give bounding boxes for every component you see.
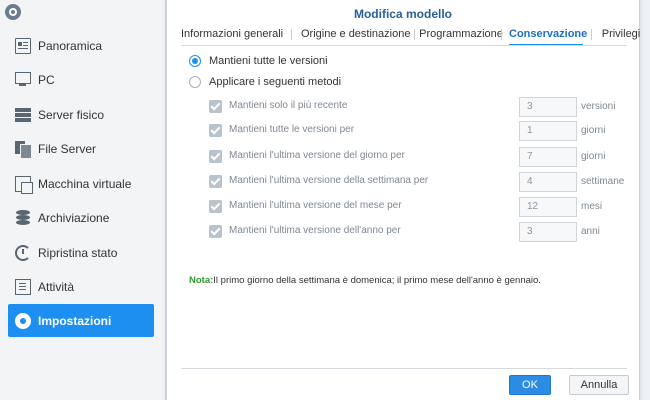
sidebar-item-panoramica[interactable]: Panoramica — [8, 29, 154, 62]
unit-label: mesi — [581, 201, 603, 212]
sidebar-item-label: Panoramica — [38, 38, 103, 53]
radio-keep-all-versions[interactable]: Mantieni tutte le versioni — [189, 53, 328, 69]
tasks-icon — [15, 278, 31, 295]
tab-conservazione[interactable]: Conservazione — [509, 26, 587, 46]
option-row-yearly: Mantieni l'ultima versione dell'anno per… — [209, 222, 629, 242]
restore-icon — [15, 244, 31, 261]
checkbox-checked-disabled[interactable] — [209, 124, 222, 137]
tab-divider — [181, 45, 627, 46]
sidebar-item-label: Server fisico — [38, 107, 105, 122]
cancel-button[interactable]: Annulla — [569, 375, 629, 395]
option-label: Mantieni l'ultima versione del mese per — [229, 200, 402, 211]
option-label: Mantieni l'ultima versione della settima… — [229, 175, 429, 186]
virtual-machine-icon — [15, 175, 33, 194]
count-input[interactable]: 3 — [519, 222, 577, 242]
sidebar-item-macchina-virtuale[interactable]: Macchina virtuale — [8, 167, 154, 200]
unit-label: giorni — [581, 125, 606, 136]
tab-separator — [591, 29, 592, 40]
note-body: Il primo giorno della settimana è domeni… — [213, 275, 541, 286]
count-input[interactable]: 4 — [519, 172, 577, 192]
checkbox-checked-disabled[interactable] — [209, 150, 222, 163]
sidebar-item-server-fisico[interactable]: Server fisico — [8, 98, 154, 131]
tab-privilegi[interactable]: Privilegi — [601, 26, 641, 46]
radio-label: Applicare i seguenti metodi — [209, 76, 342, 88]
overview-icon — [15, 37, 31, 54]
count-input[interactable]: 12 — [519, 197, 577, 217]
radio-button[interactable] — [189, 76, 201, 88]
sidebar-item-label: Archiviazione — [38, 210, 110, 225]
checkbox-checked-disabled[interactable] — [209, 175, 222, 188]
sidebar-item-label: Ripristina stato — [38, 245, 118, 260]
option-label: Mantieni solo il più recente — [229, 100, 348, 111]
sidebar-item-archiviazione[interactable]: Archiviazione — [8, 201, 154, 234]
option-row-daily: Mantieni l'ultima versione del giorno pe… — [209, 147, 629, 167]
sidebar-item-label: Macchina virtuale — [38, 176, 132, 191]
radio-button-checked[interactable] — [189, 55, 201, 67]
sidebar-item-pc[interactable]: PC — [8, 63, 154, 96]
option-row-weekly: Mantieni l'ultima versione della settima… — [209, 172, 629, 192]
note-text: Nota:Il primo giorno della settimana è d… — [189, 275, 541, 286]
unit-label: settimane — [581, 176, 625, 187]
sidebar-item-label: Impostazioni — [38, 313, 112, 328]
tab-origine-destinazione[interactable]: Origine e destinazione — [301, 26, 410, 46]
app-logo-icon[interactable] — [5, 4, 21, 20]
note-label: Nota: — [189, 275, 214, 286]
checkbox-checked-disabled[interactable] — [209, 225, 222, 238]
gear-icon — [15, 312, 31, 329]
tab-bar: Informazioni generali Origine e destinaz… — [181, 26, 641, 46]
option-row-most-recent: Mantieni solo il più recente 3 versioni — [209, 97, 629, 117]
option-row-all-versions-for: Mantieni tutte le versioni per 1 giorni — [209, 121, 629, 141]
option-label: Mantieni l'ultima versione dell'anno per — [229, 225, 401, 236]
sidebar-item-label: File Server — [38, 141, 97, 156]
option-row-monthly: Mantieni l'ultima versione del mese per … — [209, 197, 629, 217]
radio-apply-methods[interactable]: Applicare i seguenti metodi — [189, 74, 341, 90]
checkbox-checked-disabled[interactable] — [209, 200, 222, 213]
unit-label: versioni — [581, 101, 616, 112]
tab-separator — [501, 29, 502, 40]
pc-icon — [15, 72, 31, 86]
sidebar-item-file-server[interactable]: File Server — [8, 132, 154, 165]
checkbox-checked-disabled[interactable] — [209, 100, 222, 113]
tab-programmazione[interactable]: Programmazione — [418, 26, 504, 46]
server-icon — [15, 107, 31, 123]
unit-label: giorni — [581, 151, 606, 162]
radio-label: Mantieni tutte le versioni — [209, 55, 328, 67]
sidebar: Panoramica PC Server fisico File Server … — [0, 0, 166, 400]
storage-icon — [15, 209, 31, 226]
tab-separator — [414, 29, 415, 40]
count-input[interactable]: 7 — [519, 147, 577, 167]
tab-separator — [291, 29, 292, 40]
option-label: Mantieni tutte le versioni per — [229, 124, 355, 135]
edit-template-dialog: Modifica modello Informazioni generali O… — [166, 0, 640, 400]
sidebar-item-label: PC — [38, 72, 55, 87]
ok-button[interactable]: OK — [509, 375, 551, 395]
count-input[interactable]: 1 — [519, 121, 577, 141]
sidebar-item-label: Attività — [38, 279, 75, 294]
sidebar-item-impostazioni[interactable]: Impostazioni — [8, 304, 154, 337]
dialog-title: Modifica modello — [353, 7, 452, 21]
tab-informazioni-generali[interactable]: Informazioni generali — [181, 26, 283, 46]
file-server-icon — [15, 140, 32, 159]
count-input[interactable]: 3 — [519, 97, 577, 117]
unit-label: anni — [581, 226, 600, 237]
sidebar-item-attivita[interactable]: Attività — [8, 270, 154, 303]
app-logo-bar — [0, 0, 166, 28]
footer-divider — [181, 368, 627, 369]
sidebar-item-ripristina-stato[interactable]: Ripristina stato — [8, 236, 154, 269]
option-label: Mantieni l'ultima versione del giorno pe… — [229, 150, 405, 161]
